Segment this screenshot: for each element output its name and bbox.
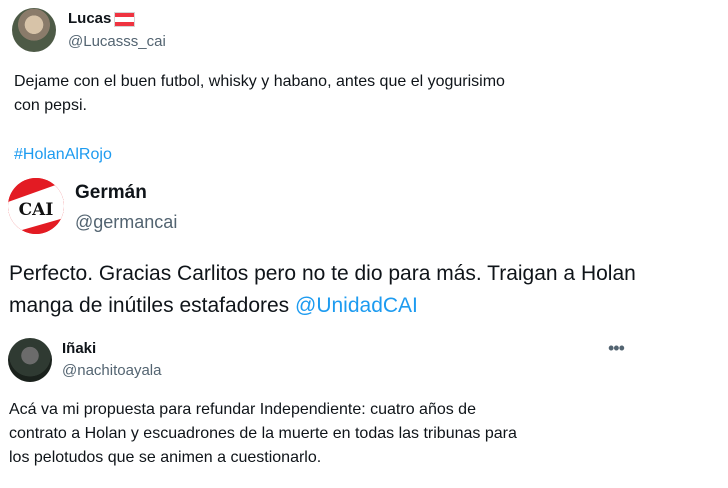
tweet-text: Acá va mi propuesta para refundar Indepe… <box>9 401 517 466</box>
mention-link[interactable]: @UnidadCAI <box>295 294 418 317</box>
display-name[interactable]: Lucas <box>68 10 111 27</box>
hashtag-link[interactable]: #HolanAlRojo <box>14 146 112 164</box>
austria-flag-icon <box>114 12 135 27</box>
svg-text:CAI: CAI <box>19 200 54 220</box>
independiente-crest-icon: CAI <box>8 178 64 234</box>
avatar[interactable]: CAI <box>8 178 64 234</box>
user-handle[interactable]: @Lucasss_cai <box>68 33 166 50</box>
tweet-inaki[interactable]: Iñaki @nachitoayala ••• Acá va mi propue… <box>0 328 728 488</box>
avatar[interactable] <box>8 338 52 382</box>
tweet-text: Dejame con el buen futbol, whisky y haba… <box>14 73 505 114</box>
display-name[interactable]: Germán <box>75 182 147 204</box>
user-handle[interactable]: @nachitoayala <box>62 362 161 379</box>
display-name[interactable]: Iñaki <box>62 340 96 357</box>
user-handle[interactable]: @germancai <box>75 212 177 233</box>
more-options-icon[interactable]: ••• <box>608 338 625 359</box>
tweet-german[interactable]: CAI Germán @germancai Perfecto. Gracias … <box>0 170 728 325</box>
tweet-lucas[interactable]: Lucas @Lucasss_cai Dejame con el buen fu… <box>0 0 728 175</box>
avatar[interactable] <box>12 8 56 52</box>
tweet-text: Perfecto. Gracias Carlitos pero no te di… <box>9 258 724 322</box>
